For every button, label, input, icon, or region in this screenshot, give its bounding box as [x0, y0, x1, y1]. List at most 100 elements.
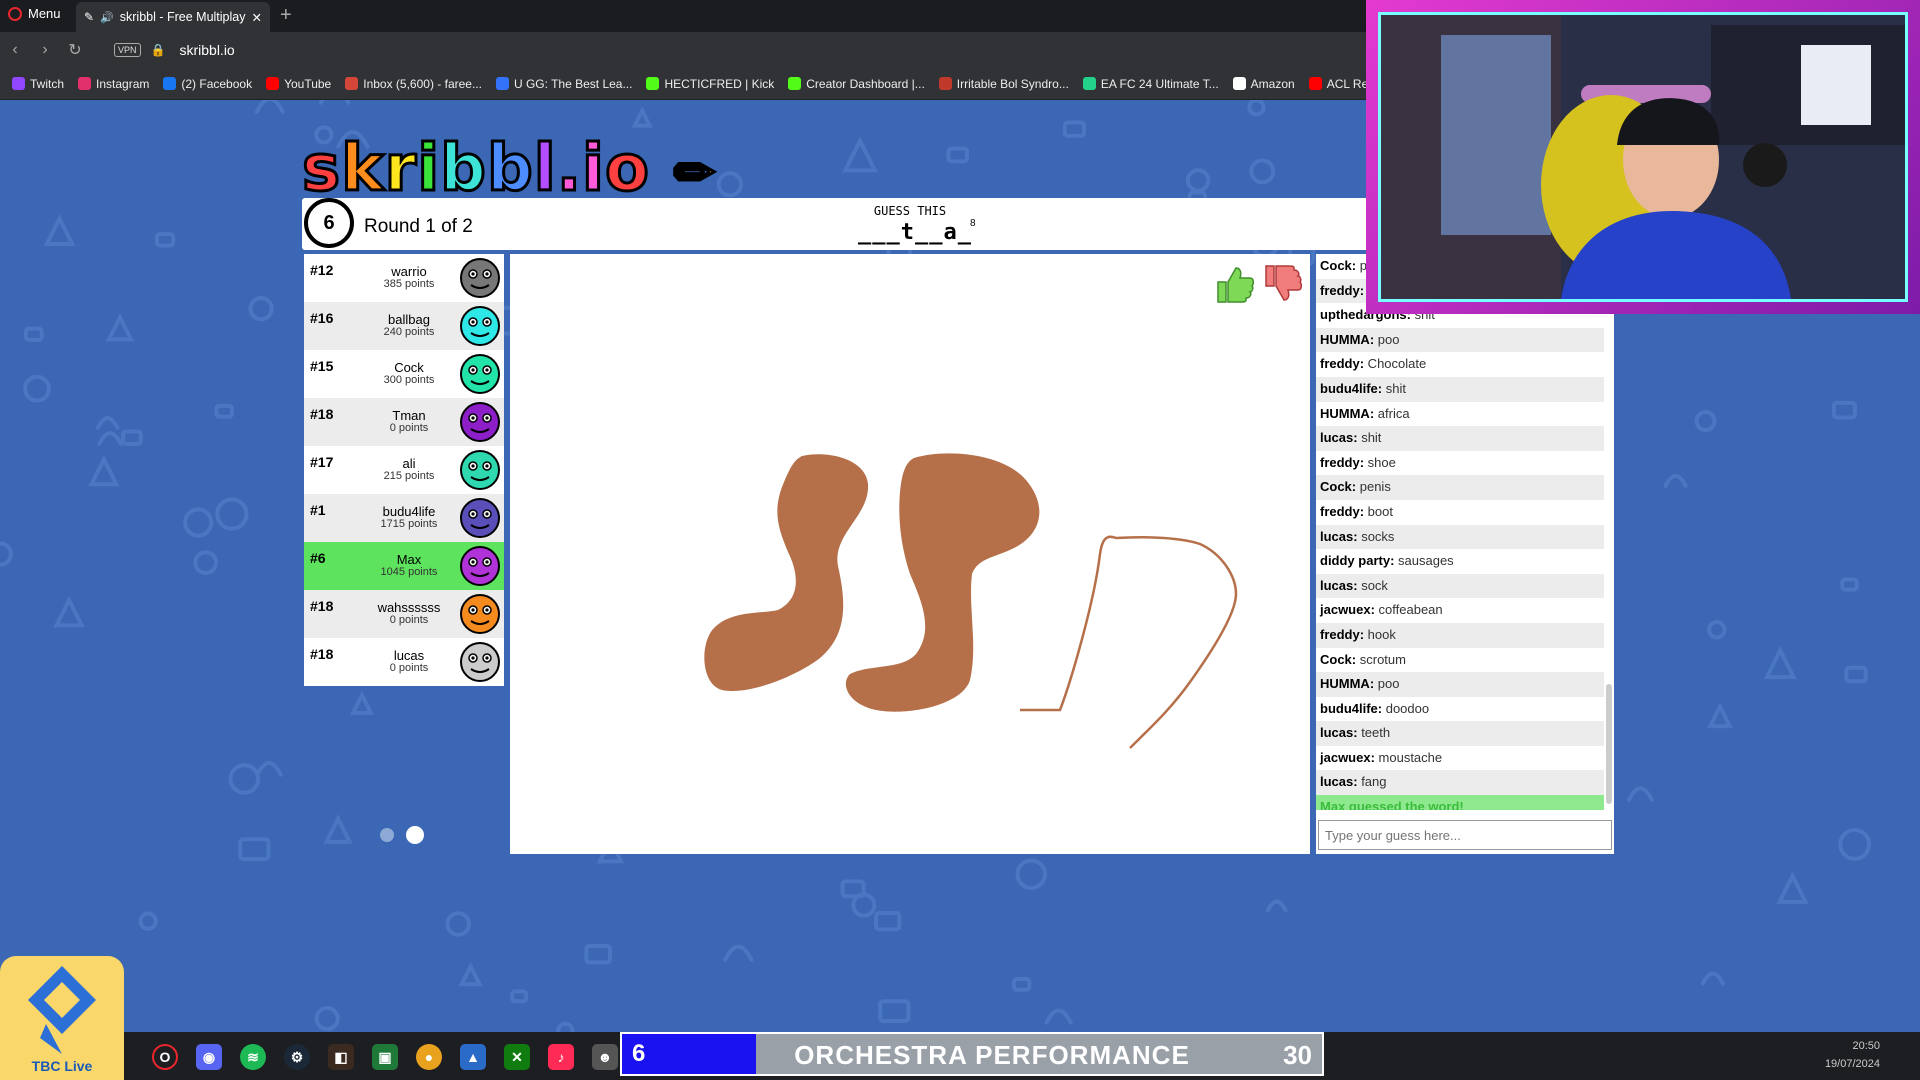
chat-message: Cock: penis: [1316, 475, 1604, 500]
chat-text: teeth: [1357, 725, 1391, 741]
player-avatar-icon: [460, 546, 500, 586]
doodle-shape: [1694, 410, 1717, 433]
player-row[interactable]: #16 ballbag 240 points: [304, 302, 504, 350]
doodle-shape: [878, 999, 911, 1024]
doodle-shape: [53, 595, 85, 628]
tab-title: skribbl - Free Multiplay: [119, 10, 246, 24]
discord-taskbar-icon[interactable]: ◉: [196, 1044, 222, 1070]
terminal-taskbar-icon[interactable]: ▣: [372, 1044, 398, 1070]
player-row[interactable]: #12 warrio 385 points: [304, 254, 504, 302]
player-list: #12 warrio 385 points #16 ballbag 240 points #…: [304, 254, 504, 686]
doodle-shape: [183, 507, 214, 538]
doodle-shape: [323, 814, 353, 844]
player-row[interactable]: #18 Tman 0 points: [304, 398, 504, 446]
drawing-canvas[interactable]: [510, 254, 1310, 854]
chat-text: poo: [1374, 676, 1400, 692]
bookmark-item[interactable]: Instagram: [78, 77, 149, 91]
player-score: 0 points: [389, 662, 429, 674]
bookmark-favicon-icon: [1082, 77, 1096, 90]
back-icon[interactable]: ‹: [0, 41, 30, 59]
url-field[interactable]: skribbl.io: [179, 42, 234, 58]
player-rank: #18: [310, 406, 334, 422]
thumbs-down-icon[interactable]: [1260, 262, 1304, 306]
tiktok-taskbar-icon[interactable]: ♪: [548, 1044, 574, 1070]
player-row[interactable]: #1 budu4life 1715 points: [304, 494, 504, 542]
chat-scrollbar[interactable]: [1606, 684, 1612, 804]
bookmark-item[interactable]: Inbox (5,600) - faree...: [345, 77, 482, 91]
player-row[interactable]: #6 Max 1045 points: [304, 542, 504, 590]
opera-taskbar-icon[interactable]: O: [152, 1044, 178, 1070]
bookmark-item[interactable]: Irritable Bol Syndro...: [938, 77, 1069, 91]
player-score: 1715 points: [380, 518, 438, 530]
bookmark-favicon-icon: [646, 77, 660, 90]
taskbar-clock-time[interactable]: 20:50: [1820, 1040, 1880, 1052]
bookmark-label: U GG: The Best Lea...: [513, 76, 633, 91]
chat-panel: Cock: p freddy: upthedargons: shit HUMMA: p…: [1316, 254, 1614, 854]
xbox-taskbar-icon[interactable]: ✕: [504, 1044, 530, 1070]
thumbs-up-icon[interactable]: [1212, 262, 1256, 306]
browser-tab-active[interactable]: ✎ 🔊 skribbl - Free Multiplay ✕: [76, 2, 270, 32]
guess-input[interactable]: [1318, 820, 1612, 850]
reload-icon[interactable]: ↻: [60, 40, 90, 60]
page-dot[interactable]: [380, 828, 394, 842]
bookmark-item[interactable]: U GG: The Best Lea...: [495, 76, 633, 91]
chat-message: lucas: teeth: [1316, 721, 1604, 746]
bookmark-item[interactable]: Creator Dashboard |...: [788, 77, 925, 91]
bookmark-item[interactable]: Amazon: [1232, 77, 1295, 91]
player-rank: #1: [310, 502, 326, 518]
player-row[interactable]: #18 wahssssss 0 points: [304, 590, 504, 638]
spotify-taskbar-icon[interactable]: ≋: [240, 1044, 266, 1070]
player-avatar-icon: [460, 450, 500, 490]
bookmark-item[interactable]: HECTICFRED | Kick: [646, 77, 774, 91]
chat-text: africa: [1374, 405, 1410, 421]
player-rank: #15: [310, 358, 334, 374]
app-taskbar-icon[interactable]: ◧: [328, 1044, 354, 1070]
bookmark-item[interactable]: (2) Facebook: [163, 77, 252, 91]
chat-text: moustache: [1374, 749, 1443, 765]
doodle-shape: [314, 1006, 340, 1032]
page-dot-active[interactable]: [406, 826, 424, 844]
chrome-taskbar-icon[interactable]: ●: [416, 1044, 442, 1070]
player-row[interactable]: #18 lucas 0 points: [304, 638, 504, 686]
bookmark-favicon-icon: [345, 77, 359, 90]
bookmark-item[interactable]: Twitch: [12, 77, 64, 91]
doodle-shape: [318, 100, 351, 105]
forward-icon[interactable]: ›: [30, 41, 60, 59]
chat-text: sock: [1357, 577, 1388, 593]
chat-text: shoe: [1364, 454, 1396, 470]
player-score: 0 points: [389, 614, 429, 626]
close-tab-icon[interactable]: ✕: [252, 10, 262, 25]
drawing-stroke: [704, 454, 869, 692]
doodle-shape: [1015, 858, 1047, 890]
lock-icon[interactable]: 🔒: [151, 43, 166, 57]
player-avatar-icon: [460, 306, 500, 346]
chat-text: coffeabean: [1374, 602, 1443, 618]
chat-message: lucas: socks: [1316, 524, 1604, 550]
player-name: wahssssss: [377, 600, 441, 615]
steam-taskbar-icon[interactable]: ⚙: [284, 1044, 310, 1070]
game-taskbar-icon[interactable]: ☻: [592, 1044, 618, 1070]
timer-alarm-clock-icon: 6: [304, 198, 354, 248]
doodle-shape: [138, 911, 158, 931]
speaker-icon[interactable]: 🔊: [100, 11, 114, 24]
player-row[interactable]: #15 Cock 300 points: [304, 350, 504, 398]
doodle-shape: [214, 403, 234, 419]
skribbl-favicon-icon: ✎: [84, 10, 95, 24]
doodle-shape: [121, 429, 143, 446]
doodle-shape: [1831, 400, 1857, 420]
bookmark-item[interactable]: YouTube: [266, 77, 331, 91]
chat-author: freddy:: [1320, 454, 1365, 470]
browser-menu-button[interactable]: Menu: [8, 6, 61, 21]
chat-text: Chocolate: [1364, 356, 1427, 372]
new-tab-button[interactable]: +: [280, 4, 292, 27]
player-row[interactable]: #17 ali 215 points: [304, 446, 504, 494]
taskbar-clock-date[interactable]: 19/07/2024: [1780, 1058, 1880, 1070]
doodle-shape: [1626, 786, 1654, 802]
photo-app-taskbar-icon[interactable]: ▲: [460, 1044, 486, 1070]
chat-author: lucas:: [1320, 528, 1358, 544]
doodle-shape: [723, 944, 754, 962]
doodle-shape: [215, 497, 249, 531]
doodle-shape: [1700, 971, 1725, 986]
vpn-badge[interactable]: VPN: [114, 43, 141, 57]
bookmark-item[interactable]: EA FC 24 Ultimate T...: [1082, 77, 1219, 91]
